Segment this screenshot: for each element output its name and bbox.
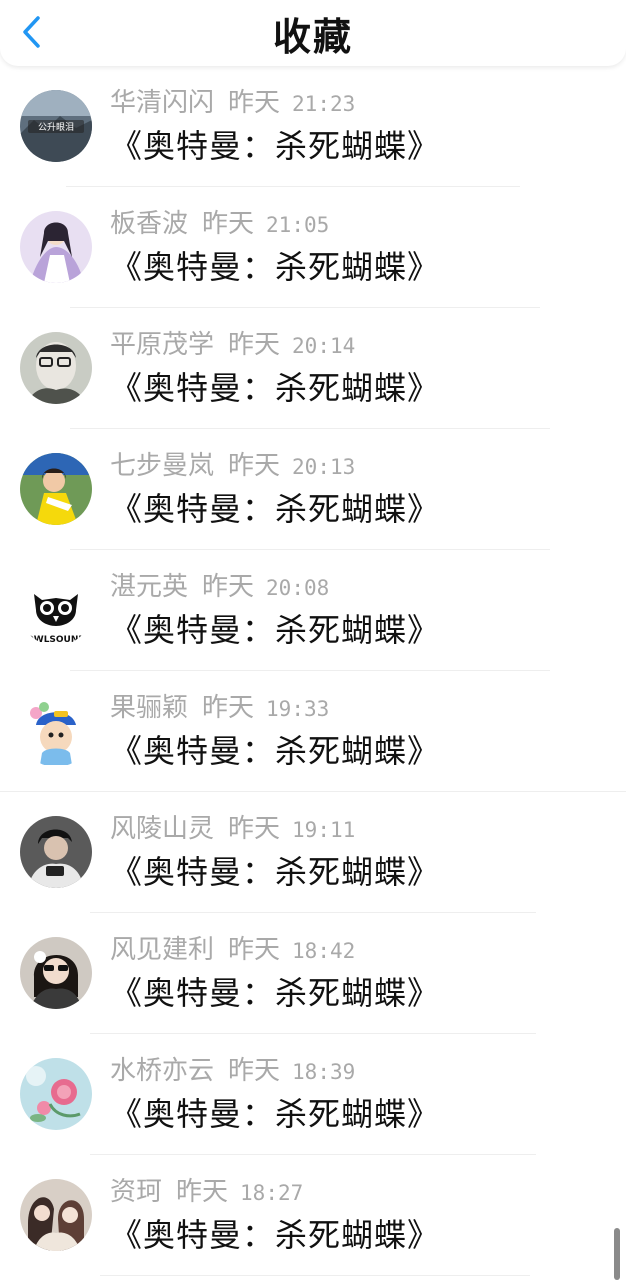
avatar-badge-text: OWLSOUND <box>26 635 86 645</box>
timestamp-day: 昨天 <box>228 935 281 965</box>
message-text: 《奥特曼：杀死蝴蝶》 <box>110 974 441 1012</box>
user-name: 平原茂学 <box>110 330 215 360</box>
timestamp-day: 昨天 <box>202 572 255 602</box>
timestamp-time: 19:33 <box>266 697 330 721</box>
user-name: 湛元英 <box>110 572 189 602</box>
message-text: 《奥特曼：杀死蝴蝶》 <box>110 127 441 165</box>
top-bar: 收藏 <box>0 0 626 66</box>
timestamp-day: 昨天 <box>228 1056 281 1086</box>
list-item[interactable]: 公升眼泪 华清闪闪 昨天 21:23 《奥特曼：杀死蝴蝶》 <box>0 66 626 187</box>
list-item[interactable]: OWLSOUND 湛元英 昨天 20:08 《奥特曼：杀死蝴蝶》 <box>0 550 626 671</box>
timestamp-day: 昨天 <box>176 1177 229 1207</box>
user-name: 七步曼岚 <box>110 451 215 481</box>
divider <box>100 1275 530 1276</box>
timestamp-time: 20:14 <box>292 334 356 358</box>
timestamp-day: 昨天 <box>228 814 281 844</box>
avatar[interactable] <box>20 211 92 283</box>
list-item[interactable]: 七步曼岚 昨天 20:13 《奥特曼：杀死蝴蝶》 <box>0 429 626 550</box>
message-text: 《奥特曼：杀死蝴蝶》 <box>110 369 441 407</box>
user-name: 板香波 <box>110 209 189 239</box>
timestamp-time: 18:39 <box>292 1060 356 1084</box>
timestamp-day: 昨天 <box>202 209 255 239</box>
message-text: 《奥特曼：杀死蝴蝶》 <box>110 1216 441 1254</box>
message-text: 《奥特曼：杀死蝴蝶》 <box>110 853 441 891</box>
avatar[interactable] <box>20 332 92 404</box>
user-name: 华清闪闪 <box>110 88 215 118</box>
avatar-badge-text: 公升眼泪 <box>38 121 74 133</box>
avatar[interactable] <box>20 453 92 525</box>
timestamp-time: 21:23 <box>292 92 356 116</box>
avatar[interactable] <box>20 1058 92 1130</box>
list-item[interactable]: 板香波 昨天 21:05 《奥特曼：杀死蝴蝶》 <box>0 187 626 308</box>
user-name: 资珂 <box>110 1177 163 1207</box>
favorites-list: 公升眼泪 华清闪闪 昨天 21:23 《奥特曼：杀死蝴蝶》 板香波 昨天 21:05 《… <box>0 66 626 1276</box>
list-item[interactable]: 风陵山灵 昨天 19:11 《奥特曼：杀死蝴蝶》 <box>0 792 626 913</box>
timestamp-time: 19:11 <box>292 818 356 842</box>
list-item[interactable]: 水桥亦云 昨天 18:39 《奥特曼：杀死蝴蝶》 <box>0 1034 626 1155</box>
user-name: 风陵山灵 <box>110 814 215 844</box>
user-name: 水桥亦云 <box>110 1056 215 1086</box>
user-name: 果骊颖 <box>110 693 189 723</box>
page-title: 收藏 <box>272 15 353 59</box>
avatar[interactable] <box>20 695 92 767</box>
timestamp-day: 昨天 <box>228 88 281 118</box>
avatar[interactable]: OWLSOUND <box>20 574 92 646</box>
avatar[interactable] <box>20 937 92 1009</box>
user-name: 风见建利 <box>110 935 215 965</box>
message-text: 《奥特曼：杀死蝴蝶》 <box>110 732 441 770</box>
list-item[interactable]: 果骊颖 昨天 19:33 《奥特曼：杀死蝴蝶》 <box>0 671 626 792</box>
timestamp-day: 昨天 <box>228 451 281 481</box>
message-text: 《奥特曼：杀死蝴蝶》 <box>110 611 441 649</box>
message-text: 《奥特曼：杀死蝴蝶》 <box>110 490 441 528</box>
list-item[interactable]: 平原茂学 昨天 20:14 《奥特曼：杀死蝴蝶》 <box>0 308 626 429</box>
timestamp-time: 20:13 <box>292 455 356 479</box>
timestamp-day: 昨天 <box>228 330 281 360</box>
message-text: 《奥特曼：杀死蝴蝶》 <box>110 248 441 286</box>
message-text: 《奥特曼：杀死蝴蝶》 <box>110 1095 441 1133</box>
timestamp-time: 21:05 <box>266 213 330 237</box>
list-item[interactable]: 资珂 昨天 18:27 《奥特曼：杀死蝴蝶》 <box>0 1155 626 1276</box>
scrollbar-thumb[interactable] <box>614 1228 620 1280</box>
list-item[interactable]: 风见建利 昨天 18:42 《奥特曼：杀死蝴蝶》 <box>0 913 626 1034</box>
timestamp-day: 昨天 <box>202 693 255 723</box>
avatar[interactable] <box>20 816 92 888</box>
timestamp-time: 18:42 <box>292 939 356 963</box>
timestamp-time: 20:08 <box>266 576 330 600</box>
timestamp-time: 18:27 <box>240 1181 304 1205</box>
avatar[interactable]: 公升眼泪 <box>20 90 92 162</box>
avatar[interactable] <box>20 1179 92 1251</box>
